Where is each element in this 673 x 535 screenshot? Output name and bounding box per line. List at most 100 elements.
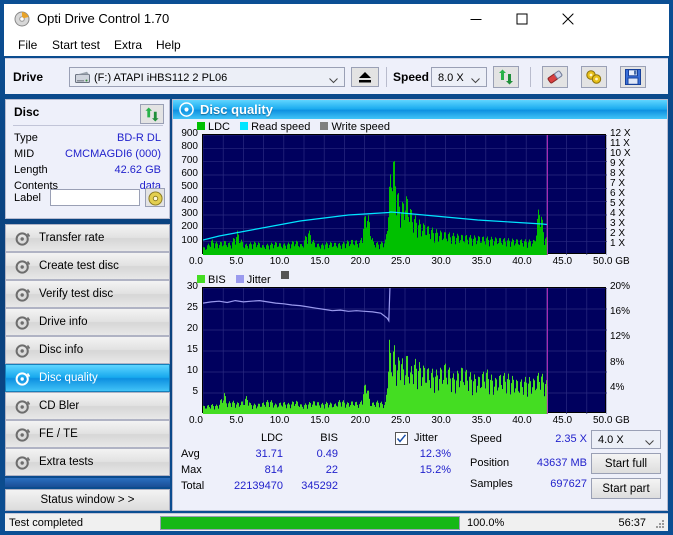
x-tick: 50.0 GB — [593, 256, 630, 267]
drive-toolbar: Drive (F:) ATAPI iHBS112 2 PL06 Speed 8.… — [5, 58, 668, 94]
minimize-button[interactable] — [453, 4, 499, 34]
sidebar-item-fe-te[interactable]: FE / TE — [5, 420, 170, 448]
save-button[interactable] — [620, 66, 646, 88]
start-part-button[interactable]: Start part — [591, 478, 661, 499]
x-tick: 30.0 — [431, 256, 451, 267]
x-tick: 45.0 — [552, 256, 573, 267]
close-button[interactable] — [545, 4, 591, 34]
jitter-checkbox[interactable] — [395, 432, 408, 445]
progress-percent: 100.0% — [467, 517, 505, 529]
status-window-button[interactable]: Status window > > — [5, 489, 170, 511]
stats-header-bis: BIS — [320, 432, 338, 444]
x-tick: 5.0 — [229, 415, 244, 426]
y2-tick: 9 X — [610, 158, 626, 169]
y-tick: 200 — [181, 221, 198, 233]
bis-jitter-chart[interactable] — [202, 287, 607, 414]
sidebar-item-verify-test-disc[interactable]: Verify test disc — [5, 280, 170, 308]
x-tick: 0.0 — [189, 256, 203, 267]
y2-tick: 4% — [610, 381, 625, 393]
disc-icon — [15, 315, 31, 331]
disc-icon — [15, 427, 31, 443]
x-tick: 15.0 — [310, 256, 330, 267]
sidebar-item-create-test-disc[interactable]: Create test disc — [5, 252, 170, 280]
eject-button[interactable] — [351, 67, 379, 87]
content-header: Disc quality — [173, 100, 667, 119]
sidebar-item-extra-tests[interactable]: Extra tests — [5, 448, 170, 476]
disc-refresh-button[interactable] — [140, 104, 164, 124]
y-tick: 900 — [181, 128, 198, 139]
disc-label-button[interactable] — [145, 188, 165, 207]
menu-start-test[interactable]: Start test — [48, 38, 104, 52]
y-tick: 100 — [181, 234, 198, 246]
y2-tick: 7 X — [610, 178, 626, 189]
x-tick: 35.0 — [471, 415, 492, 426]
sidebar-item-transfer-rate[interactable]: Transfer rate — [5, 224, 170, 252]
menu-file[interactable]: File — [14, 38, 41, 52]
maximize-button[interactable] — [499, 4, 545, 34]
y-tick: 25 — [186, 302, 198, 313]
y2-tick: 2 X — [610, 228, 626, 239]
y2-tick: 6 X — [610, 188, 626, 199]
legend-marker-icon — [280, 271, 289, 279]
disc-panel-title: Disc — [14, 105, 40, 119]
sidebar-item-disc-info[interactable]: Disc info — [5, 336, 170, 364]
progress-bar — [160, 516, 460, 530]
x-tick: 35.0 — [471, 256, 492, 267]
status-message: Test completed — [9, 517, 83, 529]
speed-select[interactable]: 8.0 X — [431, 67, 487, 87]
refresh-icon — [499, 69, 513, 85]
sidebar-item-drive-info[interactable]: Drive info — [5, 308, 170, 336]
stats-row-total-label: Total — [181, 480, 205, 492]
x-tick: 25.0 — [391, 415, 411, 426]
legend-jitter: Jitter — [246, 274, 271, 286]
eject-icon — [359, 72, 371, 83]
sidebar-item-cd-bler[interactable]: CD Bler — [5, 392, 170, 420]
menu-help[interactable]: Help — [152, 38, 185, 52]
y-tick: 700 — [181, 154, 198, 166]
ldc-speed-chart[interactable] — [202, 134, 607, 255]
x-tick: 45.0 — [552, 415, 573, 426]
stats-row-avg-label: Avg — [181, 448, 200, 460]
y-tick: 20 — [186, 323, 198, 334]
disc-icon — [15, 231, 31, 247]
erase-button[interactable] — [542, 66, 568, 88]
test-speed-select[interactable]: 4.0 X — [591, 430, 661, 449]
sidebar-item-label: Disc quality — [39, 372, 98, 384]
stats-avg-bis: 0.49 — [316, 448, 338, 460]
progress-fill — [161, 517, 459, 529]
menu-extra[interactable]: Extra — [110, 38, 146, 52]
y2-tick: 16% — [610, 306, 631, 318]
x-tick: 40.0 — [512, 415, 532, 426]
cd-icon — [148, 191, 163, 206]
resize-grip-icon[interactable] — [654, 518, 665, 529]
disc-label-input[interactable] — [50, 189, 140, 206]
sidebar-item-label: CD Bler — [39, 400, 80, 412]
disc-type-value: BD-R DL — [116, 132, 161, 144]
start-full-button[interactable]: Start full — [591, 453, 661, 474]
bitsetting-button[interactable] — [581, 66, 607, 88]
refresh-button[interactable] — [493, 66, 519, 88]
legend-bis: BIS — [208, 274, 226, 286]
stats-avg-ldc: 31.71 — [255, 448, 283, 460]
speed-value: 8.0 X — [438, 72, 464, 84]
sidebar-item-disc-quality[interactable]: Disc quality — [5, 364, 170, 392]
y-tick: 5 — [192, 386, 198, 397]
y2-tick: 5 X — [610, 198, 626, 209]
disc-icon — [15, 371, 31, 387]
x-tick: 5.0 — [229, 256, 244, 267]
stats-max-bis: 22 — [325, 464, 338, 476]
app-window: Opti Drive Control 1.70 File Start test … — [0, 0, 673, 535]
drive-select[interactable]: (F:) ATAPI iHBS112 2 PL06 — [69, 67, 345, 87]
x-tick: 10.0 — [269, 256, 290, 267]
disc-quality-icon — [179, 102, 194, 117]
samples-stat-label: Samples — [470, 478, 513, 490]
disc-icon — [15, 343, 31, 359]
window-title: Opti Drive Control 1.70 — [37, 11, 170, 26]
x-tick: 20.0 — [350, 256, 371, 267]
y2-tick: 3 X — [610, 218, 626, 229]
y-tick: 30 — [186, 281, 198, 292]
stats-row-max-label: Max — [181, 464, 202, 476]
sidebar-item-label: Drive info — [39, 316, 88, 328]
chevron-down-icon — [471, 75, 480, 87]
speed-stat-value: 2.35 X — [555, 433, 587, 445]
